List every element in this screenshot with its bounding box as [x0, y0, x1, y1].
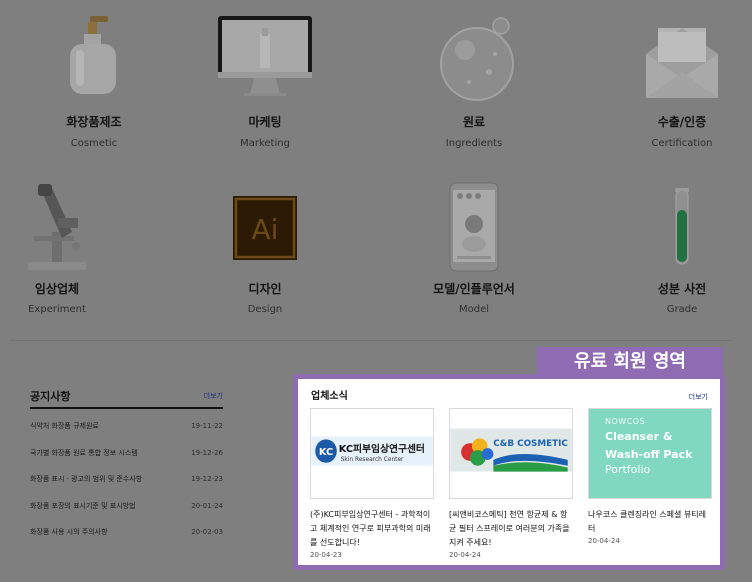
category-title: 화장품제조: [66, 115, 122, 129]
notice-item-text: 화장품 표시 · 광고의 범위 및 준수사항: [30, 475, 143, 484]
news-caption[interactable]: [씨앤비코스메틱] 천연 항균제 & 항균 필터 스프레이로 여러분의 가족을 …: [449, 508, 573, 550]
notice-item-text: 화장품 포장의 표시기준 및 표시방법: [30, 501, 136, 510]
category-title: 마케팅: [248, 115, 282, 129]
category-title: 모델/인플루언서: [433, 282, 515, 296]
category-model[interactable]: 모델/인플루언서 Model: [380, 170, 568, 330]
cb-logo-text: C&B COSMETIC: [493, 439, 568, 449]
category-grade[interactable]: 성분 사전 Grade: [588, 170, 752, 330]
category-title: 성분 사전: [657, 282, 707, 296]
section-divider: [10, 340, 732, 341]
category-certification[interactable]: 수출/인증 Certification: [588, 0, 752, 160]
category-subtitle: Marketing: [240, 138, 290, 149]
company-news-title: 업체소식: [311, 391, 348, 402]
notice-title: 공지사항: [30, 390, 71, 403]
category-design[interactable]: Ai 디자인 Design: [171, 170, 359, 330]
category-subtitle: Cosmetic: [70, 138, 118, 149]
notice-item[interactable]: 화장품 사용 시의 주의사항 20-02-03: [30, 519, 223, 546]
notice-board: 공지사항 더보기 식약처 화장품 규제원료 19-11-22 국가별 화장품 원료…: [30, 385, 223, 546]
category-cosmetic[interactable]: 화장품제조 Cosmetic: [0, 0, 188, 160]
news-caption[interactable]: 나우코스 클렌징라인 스페셜 뷰티레터: [588, 508, 712, 536]
bubble-icon: [440, 17, 514, 101]
category-title: 임상업체: [34, 282, 80, 296]
notice-more-link[interactable]: 더보기: [204, 391, 223, 401]
notice-item-date: 20-01-24: [191, 501, 223, 510]
svg-text:KC: KC: [319, 447, 333, 458]
illustrator-icon: Ai: [233, 196, 297, 260]
kc-logo: KC KC피부임상연구센터 Skin Research Center: [311, 409, 433, 498]
news-card[interactable]: C&B COSMETIC [씨앤비코스메틱] 천연 항균제 & 항균 필터 스프…: [449, 408, 573, 559]
cb-cosmetic-logo: C&B COSMETIC: [450, 409, 572, 498]
notice-item-date: 19-11-22: [191, 422, 223, 431]
notice-item-text: 화장품 사용 시의 주의사항: [30, 528, 108, 537]
news-card[interactable]: NOWCOS Cleanser & Wash-off Pack Portfoli…: [588, 408, 712, 545]
category-subtitle: Ingredients: [445, 138, 503, 149]
category-grid: 화장품제조 Cosmetic 마케팅 Marketing 원료 Ingredie…: [0, 0, 752, 330]
notice-item[interactable]: 화장품 포장의 표시기준 및 표시방법 20-01-24: [30, 493, 223, 520]
notice-item-text: 국가별 화장품 원료 통합 정보 시스템: [30, 448, 138, 457]
envelope-icon: [646, 28, 718, 98]
news-date: 20-04-24: [588, 537, 620, 545]
category-subtitle: Experiment: [28, 304, 86, 315]
category-marketing[interactable]: 마케팅 Marketing: [171, 0, 359, 160]
test-tube-icon: [675, 188, 689, 265]
notice-list: 식약처 화장품 규제원료 19-11-22 국가별 화장품 원료 통합 정보 시스…: [30, 413, 223, 546]
notice-item-text: 식약처 화장품 규제원료: [30, 422, 99, 431]
news-thumbnail[interactable]: NOWCOS Cleanser & Wash-off Pack Portfoli…: [588, 408, 712, 499]
news-date: 20-04-24: [449, 551, 481, 559]
nowcos-line-1: Cleanser &: [605, 430, 673, 443]
company-news-more-link[interactable]: 더보기: [689, 392, 708, 402]
category-title: 수출/인증: [657, 115, 707, 129]
category-ingredients[interactable]: 원료 Ingredients: [380, 0, 568, 160]
news-card[interactable]: KC KC피부임상연구센터 Skin Research Center (주)KC…: [310, 408, 434, 559]
notice-item[interactable]: 식약처 화장품 규제원료 19-11-22: [30, 413, 223, 440]
category-title: 디자인: [248, 282, 282, 296]
news-date: 20-04-23: [310, 551, 342, 559]
phone-icon: [449, 182, 499, 272]
category-subtitle: Grade: [666, 304, 698, 315]
notice-header: 공지사항 더보기: [30, 385, 223, 409]
news-thumbnail[interactable]: KC KC피부임상연구센터 Skin Research Center: [310, 408, 434, 499]
category-title: 원료: [462, 115, 486, 129]
category-subtitle: Model: [458, 304, 490, 315]
category-subtitle: Certification: [651, 138, 713, 149]
svg-text:Ai: Ai: [252, 213, 279, 246]
nowcos-banner: NOWCOS Cleanser & Wash-off Pack Portfoli…: [589, 409, 711, 498]
category-subtitle: Design: [247, 304, 283, 315]
news-thumbnail[interactable]: C&B COSMETIC: [449, 408, 573, 499]
paid-area-badge: 유료 회원 영역: [537, 347, 723, 377]
nowcos-line-2: Wash-off Pack: [605, 448, 693, 461]
pump-bottle-icon: [70, 16, 116, 94]
news-caption[interactable]: (주)KC피부임상연구센터 - 과학적이고 체계적인 연구로 피부과학의 미래를…: [310, 508, 434, 550]
monitor-icon: [218, 16, 312, 96]
paid-area-panel: 업체소식 더보기 KC KC피부임상연구센터 Skin Research Cen…: [293, 374, 725, 570]
notice-item-date: 20-02-03: [191, 528, 223, 537]
category-experiment[interactable]: 임상업체 Experiment: [0, 170, 151, 330]
notice-item-date: 19-12-26: [191, 448, 223, 457]
notice-item-date: 19-12-23: [191, 475, 223, 484]
nowcos-line-3: Portfolio: [605, 463, 651, 476]
notice-item[interactable]: 국가별 화장품 원료 통합 정보 시스템 19-12-26: [30, 440, 223, 467]
microscope-icon: [28, 184, 86, 270]
kc-logo-main: KC피부임상연구센터: [339, 442, 425, 455]
notice-item[interactable]: 화장품 표시 · 광고의 범위 및 준수사항 19-12-23: [30, 466, 223, 493]
nowcos-brand: NOWCOS: [605, 417, 646, 426]
kc-logo-sub: Skin Research Center: [341, 457, 404, 463]
